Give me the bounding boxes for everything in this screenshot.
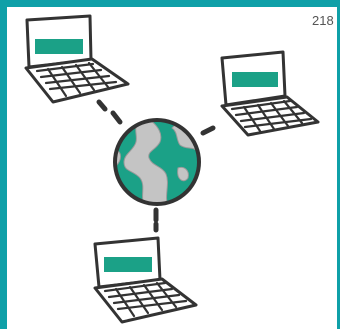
connector-dash — [96, 99, 108, 112]
globe-icon — [113, 118, 201, 206]
laptop-top-left — [24, 14, 130, 104]
laptop-icon — [24, 14, 130, 104]
laptop-bottom — [93, 236, 198, 324]
laptop-top-right — [220, 50, 320, 137]
connector-dash — [110, 110, 123, 125]
network-diagram — [24, 14, 320, 324]
connector-dash — [200, 125, 216, 136]
laptop-icon — [93, 236, 198, 324]
laptop-icon — [220, 50, 320, 137]
globe — [113, 118, 201, 206]
